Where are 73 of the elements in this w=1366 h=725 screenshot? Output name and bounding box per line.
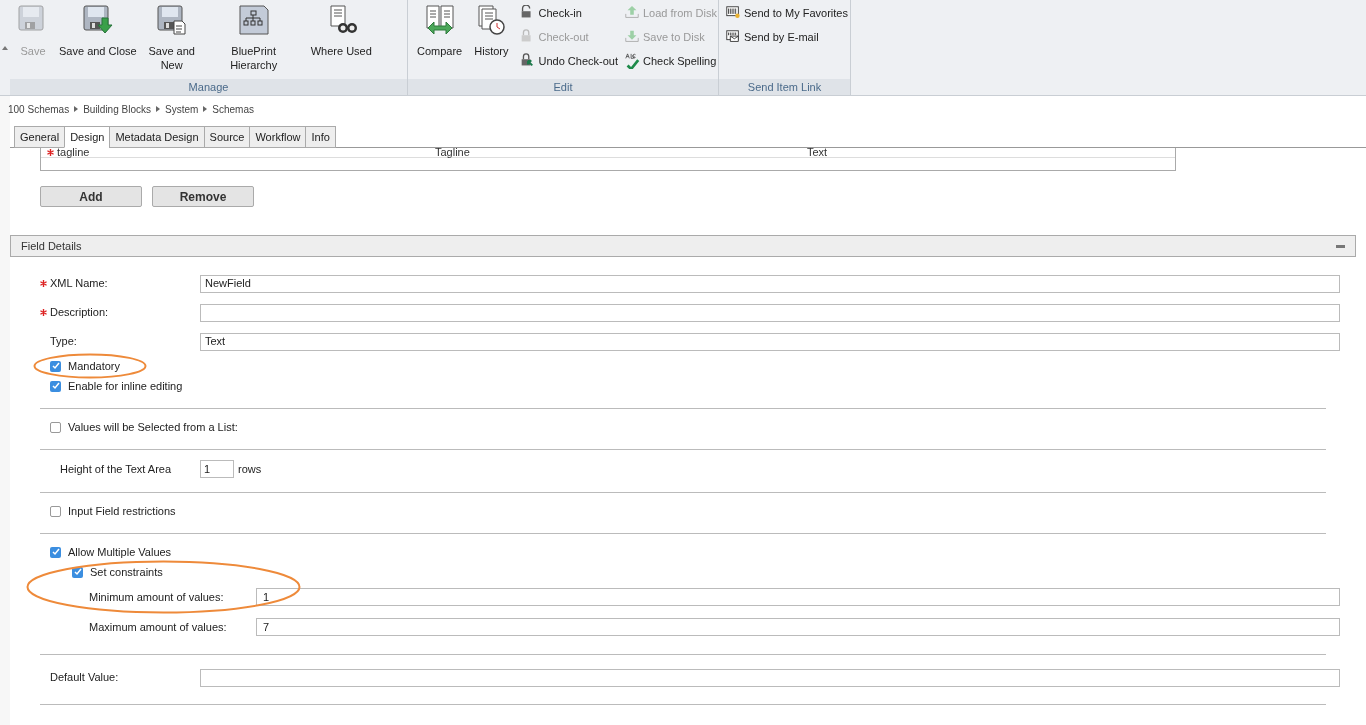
field-label: Description: [50, 305, 109, 321]
ribbon-button[interactable]: Compare [414, 4, 466, 79]
field-label: Maximum amount of values: [89, 619, 228, 635]
ribbon-group-label: Manage [188, 79, 229, 95]
checkbox[interactable] [50, 421, 61, 433]
checkbox-label: Values will be Selected from a List: [68, 419, 238, 435]
checkbox-label: Allow Multiple Values [68, 544, 172, 560]
ribbon-button[interactable]: Where Used [307, 4, 375, 79]
input-field[interactable] [200, 668, 1340, 687]
chevron-icon [203, 106, 208, 112]
input-field[interactable]: 7 [256, 618, 1340, 636]
ribbon-group-label: Send Item Link [747, 79, 822, 95]
field-label: XML Name: [50, 276, 108, 292]
hierarchy-icon [237, 4, 270, 36]
field-unit: rows [238, 461, 262, 477]
download-icon [624, 29, 640, 45]
field-label: Height of the Text Area [60, 461, 173, 477]
tab[interactable]: Design [64, 126, 111, 148]
ribbon-group-label: Edit [553, 79, 573, 95]
input-field[interactable]: Text [200, 332, 1340, 351]
barcode-star-icon [725, 5, 741, 21]
input-field[interactable]: NewField [200, 274, 1340, 293]
lock-icon [519, 53, 536, 69]
checkbox[interactable] [50, 546, 61, 558]
tab[interactable]: Info [305, 126, 336, 148]
button[interactable]: Add [40, 186, 142, 207]
tab[interactable]: Workflow [249, 126, 307, 148]
upload-icon [624, 5, 640, 21]
ribbon-button[interactable]: Send by E-mail [725, 28, 848, 46]
checkbox[interactable] [50, 380, 61, 392]
collapse-icon[interactable] [2, 45, 8, 50]
chevron-icon [74, 106, 79, 112]
checkbox[interactable] [50, 360, 61, 372]
input-field[interactable]: 1 [200, 460, 234, 478]
spell-check-icon [624, 53, 640, 69]
input-field[interactable] [200, 303, 1340, 322]
field-label: Default Value: [50, 670, 119, 686]
breadcrumb-link[interactable]: Schemas [212, 101, 254, 117]
floppy-disk-icon [81, 4, 114, 36]
panel-title: Field Details [21, 238, 82, 254]
checkbox-label: Set constraints [90, 564, 163, 580]
table-cell: Text [807, 146, 828, 159]
ribbon-button[interactable]: BluePrint Hierarchy [203, 4, 304, 79]
chevron-icon [155, 106, 160, 112]
checkbox[interactable] [50, 505, 61, 517]
ribbon-button[interactable]: History [471, 4, 512, 79]
breadcrumb-link[interactable]: Building Blocks [83, 101, 151, 117]
table-cell: tagline [57, 147, 90, 158]
checkbox-label: Enable for inline editing [68, 378, 183, 394]
breadcrumb-link[interactable]: 100 Schemas [8, 101, 70, 117]
button[interactable]: Remove [152, 186, 254, 207]
barcode-envelope-icon [725, 29, 741, 45]
field-label: Type: [50, 334, 77, 350]
ribbon-button[interactable]: Check-in [519, 4, 618, 22]
tab[interactable]: General [14, 126, 66, 148]
checkbox-label: Mandatory [68, 358, 120, 374]
field-label: Minimum amount of values: [89, 589, 225, 605]
tab[interactable]: Metadata Design [109, 126, 205, 148]
ribbon-button[interactable]: Send to My Favorites [725, 4, 848, 22]
floppy-disk-icon [155, 4, 188, 36]
ribbon-button[interactable]: Save and Close [56, 4, 140, 79]
collapse-icon[interactable] [1336, 244, 1345, 248]
table-cell: Tagline [435, 146, 470, 159]
ribbon-button[interactable]: Save and New [143, 4, 200, 79]
breadcrumb-link[interactable]: System [164, 101, 199, 117]
input-field[interactable]: 1 [256, 588, 1340, 606]
checkbox[interactable] [72, 566, 83, 578]
ribbon-button[interactable]: Undo Check-out [519, 52, 618, 70]
ribbon-button[interactable]: Check Spelling [624, 52, 717, 70]
history-icon [475, 4, 508, 36]
checkbox-label: Input Field restrictions [68, 503, 176, 519]
compare-icon [423, 4, 456, 36]
tab[interactable]: Source [203, 126, 251, 148]
